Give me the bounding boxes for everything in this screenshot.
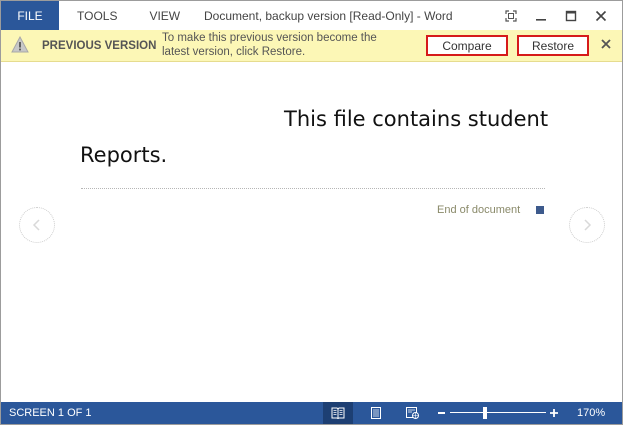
book-icon (331, 407, 345, 419)
tools-menu[interactable]: TOOLS (63, 1, 131, 30)
print-layout-button[interactable] (361, 402, 391, 424)
zoom-slider[interactable] (450, 412, 546, 413)
close-window-button[interactable] (586, 1, 616, 30)
web-layout-button[interactable] (398, 402, 428, 424)
minimize-button[interactable] (526, 1, 556, 30)
view-menu[interactable]: VIEW (135, 1, 194, 30)
page-icon (371, 407, 381, 419)
full-screen-icon (505, 9, 517, 22)
next-screen-button[interactable] (569, 207, 605, 243)
full-screen-button[interactable] (496, 1, 526, 30)
zoom-level[interactable]: 170% (577, 402, 605, 424)
read-mode-button[interactable] (323, 402, 353, 424)
close-icon (595, 10, 607, 21)
minimize-icon (536, 18, 546, 21)
previous-version-label: PREVIOUS VERSION (42, 39, 157, 52)
restore-message: To make this previous version become the… (162, 32, 377, 58)
document-text-line-2: Reports. (80, 143, 168, 167)
web-layout-icon (406, 407, 419, 419)
screen-count: SCREEN 1 OF 1 (9, 407, 92, 419)
chevron-left-icon (32, 219, 40, 231)
zoom-slider-thumb[interactable] (483, 407, 487, 419)
compare-button[interactable]: Compare (426, 35, 508, 56)
status-bar: SCREEN 1 OF 1 170% (1, 402, 622, 424)
close-infobar-icon[interactable] (601, 39, 611, 49)
end-of-document-label: End of document (437, 204, 521, 216)
window-title: Document, backup version [Read-Only] - W… (204, 8, 453, 23)
end-of-document-marker (536, 206, 544, 214)
maximize-icon (565, 10, 577, 21)
maximize-button[interactable] (556, 1, 586, 30)
zoom-in-button[interactable] (549, 408, 559, 418)
document-divider (81, 188, 545, 189)
window-controls (496, 1, 616, 30)
restore-button[interactable]: Restore (517, 35, 589, 56)
zoom-out-button[interactable] (438, 412, 445, 414)
file-tab[interactable]: FILE (1, 1, 59, 30)
chevron-right-icon (584, 219, 592, 231)
document-text-line-1: This file contains student (284, 107, 549, 131)
warning-icon (11, 36, 29, 53)
previous-version-bar: PREVIOUS VERSION To make this previous v… (1, 30, 622, 62)
previous-screen-button[interactable] (19, 207, 55, 243)
